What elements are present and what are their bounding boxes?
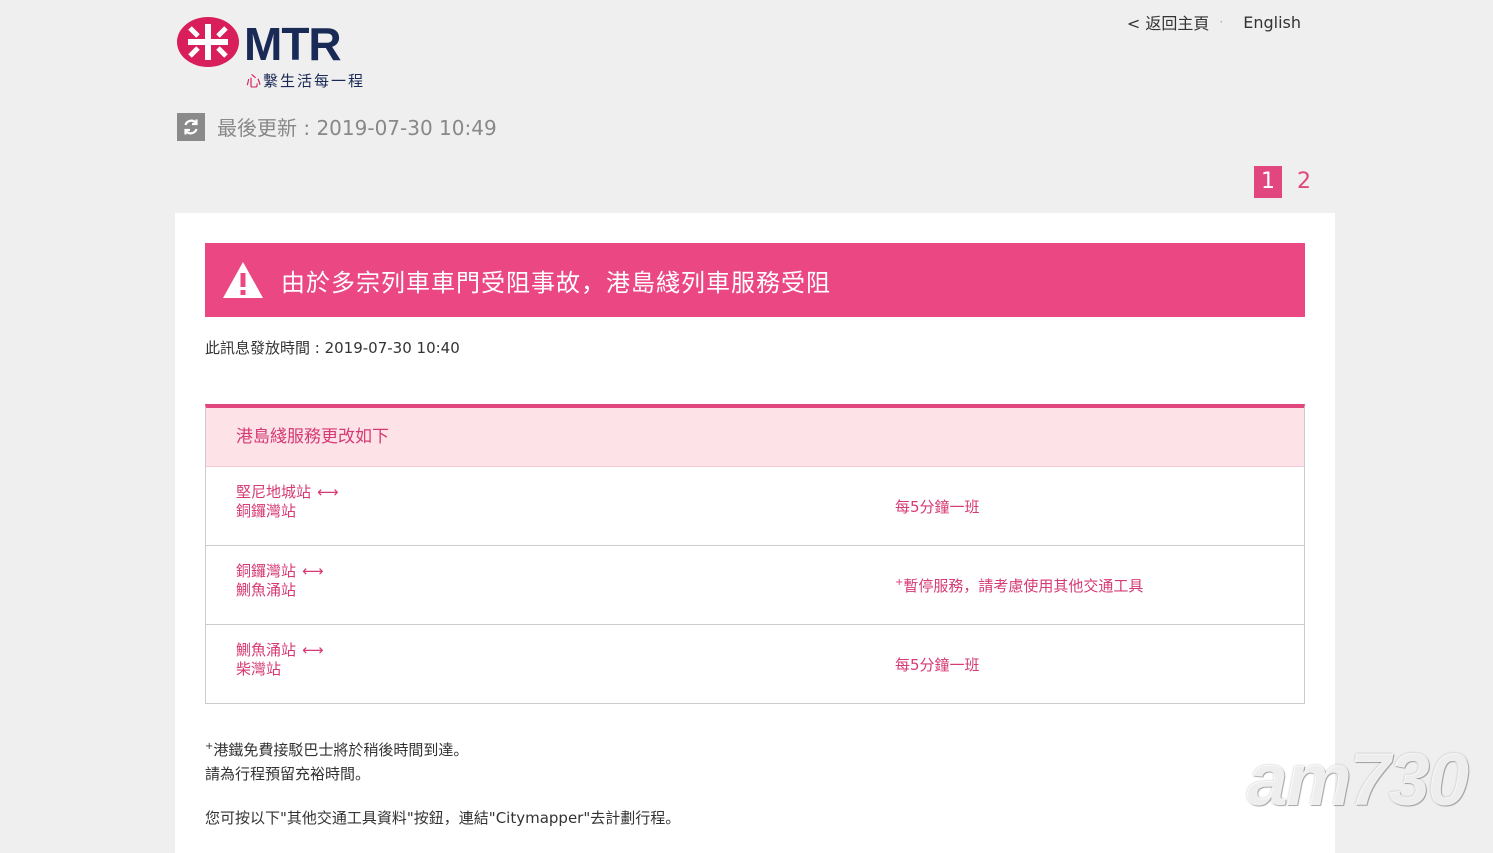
last-updated-text: 最後更新 : 2019-07-30 10:49 [217, 116, 497, 140]
footnote-line-1: 港鐵免費接駁巴士將於稍後時間到達。 [213, 741, 469, 759]
service-table: 港島綫服務更改如下 堅尼地城站 ⟷ 銅鑼灣站 每5分鐘一班 銅鑼灣站 ⟷ 鰂魚涌站 … [205, 404, 1305, 704]
nav-separator: · [1219, 15, 1224, 29]
table-row: 銅鑼灣站 ⟷ 鰂魚涌站 +暫停服務，請考慮使用其他交通工具 [206, 546, 1304, 625]
brand-tagline: 心繫生活每一程 [246, 70, 365, 91]
mtr-logo-icon [177, 17, 239, 67]
route-to: 銅鑼灣站 [236, 502, 297, 520]
route-from: 鰂魚涌站 [236, 641, 297, 659]
last-updated: 最後更新 : 2019-07-30 10:49 [177, 112, 497, 141]
table-row: 堅尼地城站 ⟷ 銅鑼灣站 每5分鐘一班 [206, 467, 1304, 546]
route: 鰂魚涌站 ⟷ 柴灣站 [236, 641, 324, 679]
status-text: 每5分鐘一班 [895, 656, 980, 674]
english-link[interactable]: English [1243, 13, 1301, 32]
page-2-button[interactable]: 2 [1290, 166, 1318, 198]
page-1-button[interactable]: 1 [1254, 166, 1282, 198]
refresh-icon[interactable] [177, 112, 205, 141]
top-nav: < 返回主頁 · English [1127, 10, 1301, 34]
am730-watermark: am730 [1246, 738, 1469, 821]
alert-banner: 由於多宗列車車門受阻事故，港島綫列車服務受阻 [205, 243, 1305, 317]
citymapper-note: 您可按以下"其他交通工具資料"按鈕，連結"Citymapper"去計劃行程。 [205, 809, 681, 827]
service-table-header: 港島綫服務更改如下 [206, 408, 1304, 467]
route: 堅尼地城站 ⟷ 銅鑼灣站 [236, 483, 339, 521]
route-from: 堅尼地城站 [236, 483, 312, 501]
service-status: +暫停服務，請考慮使用其他交通工具 [895, 575, 1143, 596]
status-text: 暫停服務，請考慮使用其他交通工具 [903, 577, 1144, 595]
route-to: 柴灣站 [236, 660, 282, 678]
service-status: 每5分鐘一班 [895, 654, 980, 675]
mtr-logo[interactable]: MTR 心繫生活每一程 [176, 16, 376, 90]
route-to: 鰂魚涌站 [236, 581, 297, 599]
alert-title: 由於多宗列車車門受阻事故，港島綫列車服務受阻 [281, 268, 831, 297]
tagline-heart: 心 [246, 72, 264, 90]
table-row: 鰂魚涌站 ⟷ 柴灣站 每5分鐘一班 [206, 625, 1304, 703]
service-status: 每5分鐘一班 [895, 496, 980, 517]
notice-card: 由於多宗列車車門受阻事故，港島綫列車服務受阻 此訊息發放時間 : 2019-07… [175, 213, 1335, 853]
back-home-link[interactable]: < 返回主頁 [1127, 10, 1210, 34]
bidirectional-arrow-icon: ⟷ [317, 483, 339, 501]
footnote-line-2: 請為行程預留充裕時間。 [205, 765, 371, 783]
tagline-rest: 繫生活每一程 [263, 72, 366, 90]
route-from: 銅鑼灣站 [236, 562, 297, 580]
issued-time: 此訊息發放時間 : 2019-07-30 10:40 [205, 339, 460, 357]
bidirectional-arrow-icon: ⟷ [302, 641, 324, 659]
brand-name: MTR [244, 18, 342, 70]
footnotes: +港鐵免費接駁巴士將於稍後時間到達。 請為行程預留充裕時間。 [205, 735, 468, 786]
pager: 1 2 [1254, 166, 1318, 198]
warning-icon [223, 262, 263, 298]
status-text: 每5分鐘一班 [895, 498, 980, 516]
route: 銅鑼灣站 ⟷ 鰂魚涌站 [236, 562, 324, 600]
bidirectional-arrow-icon: ⟷ [302, 562, 324, 580]
